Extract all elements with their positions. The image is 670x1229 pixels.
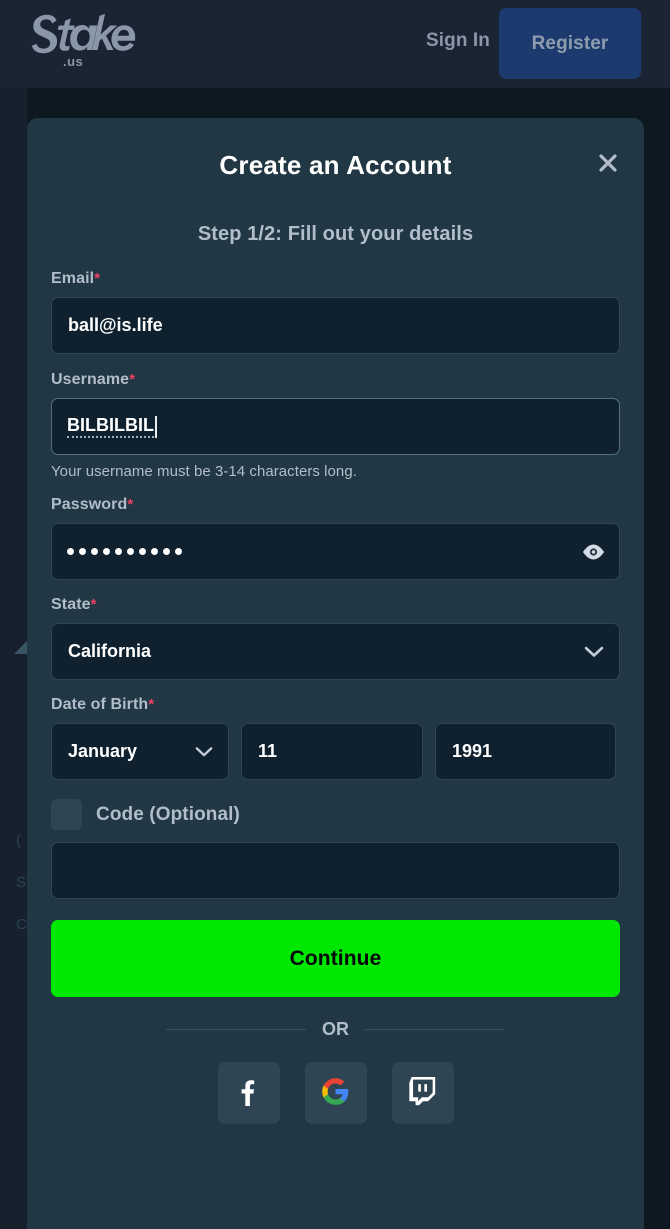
state-select[interactable]: California (51, 623, 620, 680)
username-input[interactable] (51, 398, 620, 455)
dob-year-input[interactable] (435, 723, 616, 780)
divider-line-right (365, 1029, 505, 1030)
modal-subtitle: Step 1/2: Fill out your details (197, 223, 474, 245)
username-hint: Your username must be 3-14 characters lo… (51, 463, 357, 480)
continue-button[interactable]: Continue (51, 920, 620, 997)
email-label: Email* (51, 270, 620, 288)
google-icon (321, 1077, 350, 1109)
required-asterisk: * (127, 496, 134, 513)
background-page-edge: ( S C (0, 88, 27, 1229)
dob-day-wrapper (241, 723, 423, 780)
state-field-group: State* California (51, 596, 620, 680)
divider-label: OR (322, 1019, 349, 1039)
password-input[interactable] (51, 523, 620, 580)
dob-month-select[interactable]: January (51, 723, 229, 780)
dob-label: Date of Birth* (51, 696, 620, 714)
dob-day-input[interactable] (241, 723, 423, 780)
username-label: Username* (51, 371, 620, 389)
code-checkbox[interactable] (51, 799, 82, 830)
email-label-text: Email (51, 270, 95, 287)
svg-text:.us: .us (63, 54, 83, 69)
or-divider: OR (51, 1019, 620, 1040)
twitch-login-button[interactable] (391, 1062, 454, 1124)
username-label-text: Username (51, 371, 130, 388)
password-field-group: Password* (51, 496, 620, 580)
social-login-row (51, 1062, 620, 1124)
facebook-login-button[interactable] (217, 1062, 280, 1124)
state-label-text: State (51, 596, 91, 613)
stake-logo[interactable]: .us (18, 8, 138, 78)
chevron-down-icon (584, 645, 604, 658)
username-field-group: Username* BILBILBIL Your username must b… (51, 371, 620, 480)
dob-label-text: Date of Birth (51, 696, 149, 713)
state-label: State* (51, 596, 620, 614)
modal-title: Create an Account (219, 150, 452, 180)
required-asterisk: * (129, 371, 136, 388)
required-asterisk: * (94, 270, 101, 287)
dob-month-wrapper: January (51, 723, 229, 780)
code-checkbox-label: Code (Optional) (96, 803, 240, 825)
code-field-group: Code (Optional) (51, 799, 620, 899)
registration-form: Email* Username* BILBILBIL Your username… (51, 270, 620, 1124)
continue-wrapper: Continue (51, 920, 620, 997)
create-account-modal: Create an Account Step 1/2: Fill out you… (27, 118, 644, 1229)
divider-line-left (166, 1029, 306, 1030)
required-asterisk: * (148, 696, 155, 713)
password-label: Password* (51, 496, 620, 514)
background-decoration (14, 636, 27, 654)
dob-year-wrapper (435, 723, 616, 780)
dob-month-value: January (68, 741, 138, 761)
email-field-group: Email* (51, 270, 620, 354)
state-selected-value: California (68, 641, 152, 661)
site-header: .us Sign In Register (0, 0, 670, 88)
chevron-down-icon (195, 746, 213, 758)
background-text-fragment: S (16, 874, 27, 891)
background-text-fragment: ( (16, 832, 21, 849)
code-checkbox-row[interactable]: Code (Optional) (51, 799, 620, 830)
background-text-fragment: C (16, 916, 27, 933)
register-button[interactable]: Register (499, 8, 641, 79)
password-label-text: Password (51, 496, 128, 513)
dob-row: January (51, 723, 620, 780)
eye-icon[interactable] (581, 543, 606, 561)
twitch-icon (408, 1076, 437, 1110)
code-input[interactable] (51, 842, 620, 899)
facebook-icon (234, 1077, 264, 1110)
google-login-button[interactable] (304, 1062, 367, 1124)
close-icon[interactable] (591, 146, 625, 180)
required-asterisk: * (90, 596, 97, 613)
email-input[interactable] (51, 297, 620, 354)
sign-in-button[interactable]: Sign In (426, 30, 490, 52)
dob-field-group: Date of Birth* January (51, 696, 620, 780)
